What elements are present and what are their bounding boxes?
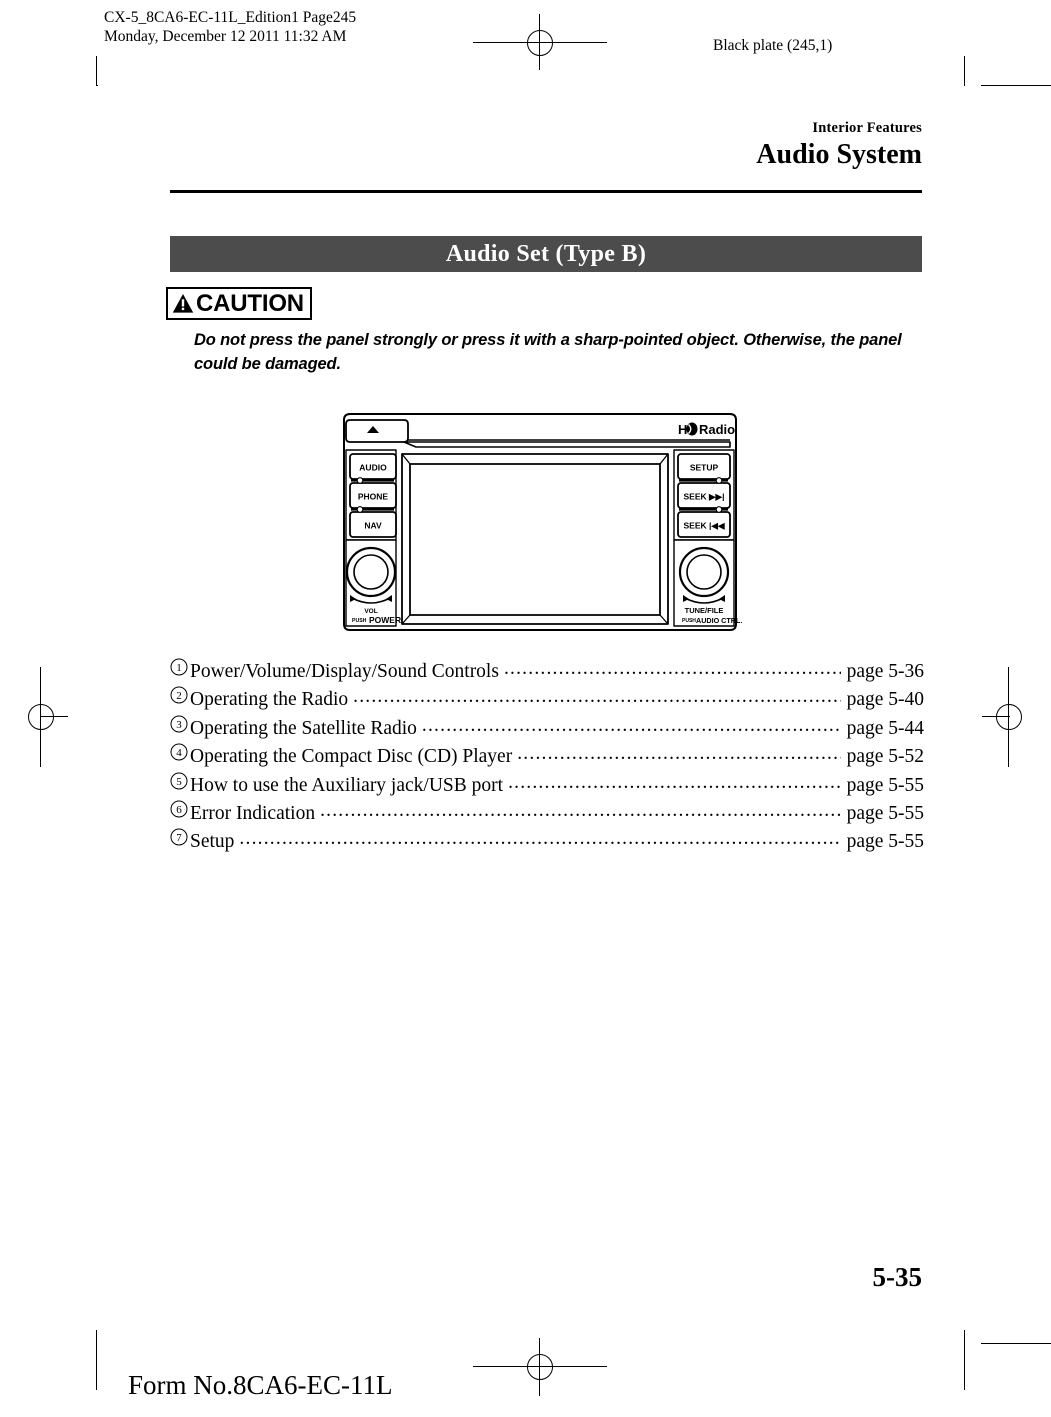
svg-text:POWER: POWER — [369, 615, 401, 625]
svg-text:3: 3 — [176, 719, 182, 731]
list-item[interactable]: 3 Operating the Satellite Radio ........… — [170, 715, 924, 743]
list-item[interactable]: 5 How to use the Auxiliary jack/USB port… — [170, 772, 924, 800]
svg-text:PUSH: PUSH — [682, 618, 696, 624]
list-item-label: Setup — [190, 831, 235, 853]
list-item-label: Power/Volume/Display/Sound Controls — [190, 661, 499, 682]
svg-text:AUDIO: AUDIO — [359, 463, 387, 473]
leader-dots: ........................................… — [320, 800, 840, 822]
list-item[interactable]: 6 Error Indication .....................… — [170, 800, 924, 828]
hd-radio-logo: H Radio — [678, 422, 735, 437]
svg-text:1: 1 — [176, 662, 182, 674]
list-item-page: page 5-55 — [846, 774, 924, 796]
caution-body-text: Do not press the panel strongly or press… — [194, 331, 902, 373]
header-rule — [170, 190, 922, 193]
svg-text:PHONE: PHONE — [358, 492, 389, 502]
form-number: Form No.8CA6-EC-11L — [128, 1370, 393, 1400]
caution-label: CAUTION — [196, 289, 304, 317]
leader-dots: ........................................… — [421, 714, 841, 736]
right-button-seek-forward: SEEK ▶▶| — [677, 482, 731, 509]
list-item-page: page 5-55 — [846, 831, 924, 853]
svg-text:NAV: NAV — [364, 521, 382, 531]
contents-list: 1 Power/Volume/Display/Sound Controls ..… — [170, 658, 924, 857]
job-slug-line-2: Monday, December 12 2011 11:32 AM — [104, 28, 347, 45]
left-button-nav: NAV — [349, 511, 397, 538]
list-item-label: Error Indication — [190, 803, 316, 825]
right-button-setup: SETUP — [677, 453, 731, 480]
circled-number-1: 1 — [170, 658, 190, 676]
audio-unit-illustration: H Radio AUDIO PHONE NAV SETUP SEEK ▶▶| S… — [338, 412, 742, 634]
svg-text:7: 7 — [176, 832, 182, 844]
circled-number-5: 5 — [170, 772, 190, 790]
svg-text:2: 2 — [176, 690, 182, 702]
svg-text:TUNE/FILE: TUNE/FILE — [685, 606, 724, 615]
list-item[interactable]: 1 Power/Volume/Display/Sound Controls ..… — [170, 658, 924, 686]
list-item-label: Operating the Satellite Radio — [190, 717, 417, 739]
leader-dots: ........................................… — [503, 658, 841, 679]
list-item-page: page 5-55 — [846, 803, 924, 825]
circled-number-3: 3 — [170, 715, 190, 733]
svg-text:H: H — [678, 422, 687, 437]
list-item-label: Operating the Compact Disc (CD) Player — [190, 746, 513, 768]
svg-text:SETUP: SETUP — [690, 463, 719, 473]
black-plate-label: Black plate (245,1) — [713, 37, 833, 54]
svg-text:PUSH: PUSH — [352, 618, 367, 624]
svg-text:6: 6 — [176, 804, 182, 816]
leader-dots: ........................................… — [239, 828, 841, 850]
left-button-phone: PHONE — [349, 482, 397, 509]
crop-mark-bottom-right-vertical — [964, 1330, 965, 1390]
crop-mark-top-left-vertical — [96, 56, 97, 86]
list-item-page: page 5-44 — [846, 717, 924, 739]
running-head-section: Interior Features — [812, 120, 922, 136]
crop-mark-bottom-left-vertical — [96, 1330, 97, 1390]
list-item[interactable]: 2 Operating the Radio ..................… — [170, 686, 924, 714]
job-slug-line-1: CX-5_8CA6-EC-11L_Edition1 Page245 — [104, 9, 357, 26]
svg-text:AUDIO CTRL.: AUDIO CTRL. — [696, 616, 742, 625]
left-button-audio: AUDIO — [349, 453, 397, 480]
svg-text:VOL: VOL — [364, 608, 377, 615]
circled-number-7: 7 — [170, 828, 190, 846]
leader-dots: ........................................… — [353, 686, 840, 708]
list-item-label: Operating the Radio — [190, 689, 349, 711]
svg-text:SEEK |◀◀: SEEK |◀◀ — [684, 521, 726, 531]
list-item[interactable]: 4 Operating the Compact Disc (CD) Player… — [170, 743, 924, 771]
list-item[interactable]: 7 Setup ................................… — [170, 828, 924, 856]
list-item-page: page 5-40 — [846, 689, 924, 711]
running-head-chapter: Audio System — [756, 139, 922, 170]
svg-text:4: 4 — [176, 747, 182, 759]
circled-number-2: 2 — [170, 686, 190, 704]
warning-triangle-icon — [172, 293, 196, 314]
svg-text:SEEK ▶▶|: SEEK ▶▶| — [684, 492, 725, 502]
crop-mark-bottom-right-horizontal — [981, 1343, 1051, 1344]
section-banner-title: Audio Set (Type B) — [445, 240, 647, 267]
right-button-seek-back: SEEK |◀◀ — [677, 511, 731, 538]
leader-dots: ........................................… — [517, 743, 840, 765]
leader-dots: ........................................… — [508, 771, 841, 793]
crop-mark-top-right-horizontal — [981, 85, 1051, 86]
svg-text:Radio: Radio — [699, 422, 735, 437]
circled-number-4: 4 — [170, 743, 190, 761]
list-item-label: How to use the Auxiliary jack/USB port — [190, 774, 504, 796]
list-item-page: page 5-52 — [846, 746, 924, 768]
caution-badge: CAUTION — [166, 287, 312, 320]
crop-mark-top-right-vertical — [964, 56, 965, 86]
section-banner: Audio Set (Type B) — [170, 236, 922, 272]
running-head: Interior Features Audio System — [170, 120, 922, 171]
circled-number-6: 6 — [170, 800, 190, 818]
job-slug: CX-5_8CA6-EC-11L_Edition1 Page245 Monday… — [104, 8, 356, 46]
crop-mark-top-left-horizontal — [96, 85, 98, 86]
page-number: 5-35 — [872, 1262, 923, 1292]
list-item-page: page 5-36 — [846, 661, 924, 682]
svg-text:5: 5 — [176, 776, 182, 788]
